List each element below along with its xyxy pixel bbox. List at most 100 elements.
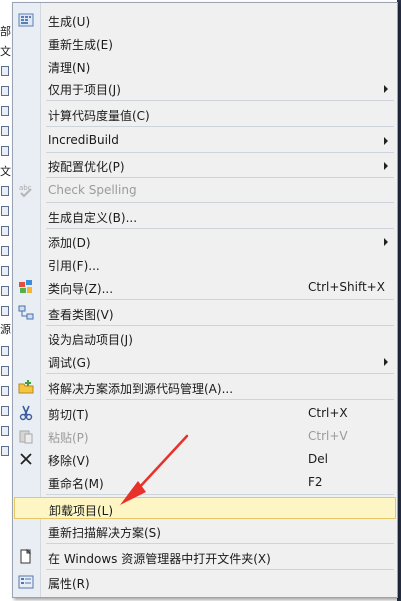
file-icon[interactable] [1,446,9,456]
menu-item-rebuild[interactable]: 重新生成(E) [14,32,396,54]
context-menu: 生成(U) 重新生成(E) 清理(N) 仅用于项目(J) 计算代码度量值(C) … [12,2,398,598]
menu-item-label: 将解决方案添加到源代码管理(A)... [48,382,234,396]
file-icon[interactable] [1,266,9,276]
submenu-arrow-icon [384,238,388,246]
menu-item-label: 重命名(M) [48,477,104,491]
file-icon[interactable] [1,366,9,376]
file-icon[interactable] [1,66,9,76]
tree-text-fragment: 部 [0,25,11,38]
menu-item-label: 重新扫描解决方案(S) [48,526,161,540]
menu-item-label: 在 Windows 资源管理器中打开文件夹(X) [48,552,271,566]
menu-item-rescan-solution[interactable]: 重新扫描解决方案(S) [14,520,396,542]
menu-separator [46,100,394,101]
submenu-arrow-icon [384,137,388,145]
menu-item-label: 生成自定义(B)... [48,211,138,225]
menu-item-pgo[interactable]: 按配置优化(P) [14,154,396,176]
menu-item-shortcut: Ctrl+Shift+X [308,280,385,294]
build-icon [18,12,34,28]
menu-item-add[interactable]: 添加(D) [14,230,396,252]
menu-item-label: 粘贴(P) [48,431,89,445]
menu-item-set-startup[interactable]: 设为启动项目(J) [14,327,396,349]
submenu-arrow-icon [384,85,388,93]
menu-item-references[interactable]: 引用(F)... [14,253,396,275]
menu-item-label: 添加(D) [48,236,91,250]
menu-item-label: 移除(V) [48,454,90,468]
menu-item-unload-project[interactable]: 卸载项目(L) [14,497,396,519]
tree-text-fragment: 文 [0,165,11,178]
menu-item-label: 卸载项目(L) [49,504,114,518]
menu-item-label: 调试(G) [48,356,91,370]
file-icon[interactable] [1,206,9,216]
source-control-folder-icon [18,379,34,395]
menu-item-build-customizations[interactable]: 生成自定义(B)... [14,205,396,227]
menu-item-shortcut: Ctrl+V [308,429,348,443]
menu-separator [46,569,394,570]
menu-item-shortcut: F2 [308,475,323,489]
menu-item-shortcut: Ctrl+X [308,406,348,420]
menu-separator [46,373,394,374]
menu-item-label: 仅用于项目(J) [48,83,121,97]
menu-item-open-in-explorer[interactable]: 在 Windows 资源管理器中打开文件夹(X) [14,546,396,568]
menu-item-rename[interactable]: 重命名(M) F2 [14,471,396,493]
file-icon[interactable] [1,386,9,396]
menu-item-properties[interactable]: 属性(R) [14,571,396,593]
menu-item-build[interactable]: 生成(U) [14,9,396,31]
menu-item-label: 引用(F)... [48,259,100,273]
menu-separator [46,325,394,326]
menu-item-add-to-source-control[interactable]: 将解决方案添加到源代码管理(A)... [14,376,396,398]
class-diagram-icon [18,305,34,321]
menu-item-label: 类向导(Z)... [48,282,114,296]
close-icon [18,451,34,467]
menu-item-check-spelling[interactable]: abc Check Spelling [14,179,396,201]
menu-separator [46,543,394,544]
class-wizard-icon [18,279,34,295]
submenu-arrow-icon [384,162,388,170]
file-icon[interactable] [1,346,9,356]
open-folder-icon [18,548,34,565]
file-icon[interactable] [1,246,9,256]
properties-icon [18,574,34,590]
menu-item-code-metrics[interactable]: 计算代码度量值(C) [14,103,396,125]
paste-icon [18,428,34,444]
menu-separator [46,494,394,495]
menu-separator [46,399,394,400]
menu-item-label: 清理(N) [48,61,91,75]
menu-separator [46,126,394,127]
menu-item-clean[interactable]: 清理(N) [14,55,396,77]
menu-item-label: Check Spelling [48,183,137,197]
file-icon[interactable] [1,146,9,156]
menu-separator [46,202,394,203]
file-icon[interactable] [1,126,9,136]
file-icon[interactable] [1,406,9,416]
file-icon[interactable] [1,286,9,296]
menu-item-label: IncrediBuild [48,133,119,147]
menu-separator [46,228,394,229]
menu-item-label: 剪切(T) [48,408,89,422]
file-icon[interactable] [1,306,9,316]
menu-item-paste[interactable]: 粘贴(P) Ctrl+V [14,425,396,447]
menu-item-incredibuild[interactable]: IncrediBuild [14,129,396,151]
file-icon[interactable] [1,186,9,196]
file-icon[interactable] [1,226,9,236]
menu-item-project-only[interactable]: 仅用于项目(J) [14,77,396,99]
menu-separator [46,177,394,178]
menu-separator [46,299,394,300]
menu-item-remove[interactable]: 移除(V) Del [14,448,396,470]
menu-item-cut[interactable]: 剪切(T) Ctrl+X [14,402,396,424]
file-icon[interactable] [1,106,9,116]
spellcheck-icon: abc [18,182,34,198]
submenu-arrow-icon [384,358,388,366]
menu-item-shortcut: Del [308,452,328,466]
menu-item-debug[interactable]: 调试(G) [14,350,396,372]
menu-item-label: 生成(U) [48,15,91,29]
menu-item-label: 计算代码度量值(C) [48,109,150,123]
scissors-icon [18,405,34,421]
menu-item-label: 属性(R) [48,577,90,591]
menu-item-view-class-diagram[interactable]: 查看类图(V) [14,302,396,324]
menu-item-label: 按配置优化(P) [48,160,125,174]
tree-text-fragment: 源 [0,323,11,336]
menu-item-class-wizard[interactable]: 类向导(Z)... Ctrl+Shift+X [14,276,396,298]
file-icon[interactable] [1,86,9,96]
file-icon[interactable] [1,426,9,436]
tree-text-fragment: 文 [0,45,11,58]
